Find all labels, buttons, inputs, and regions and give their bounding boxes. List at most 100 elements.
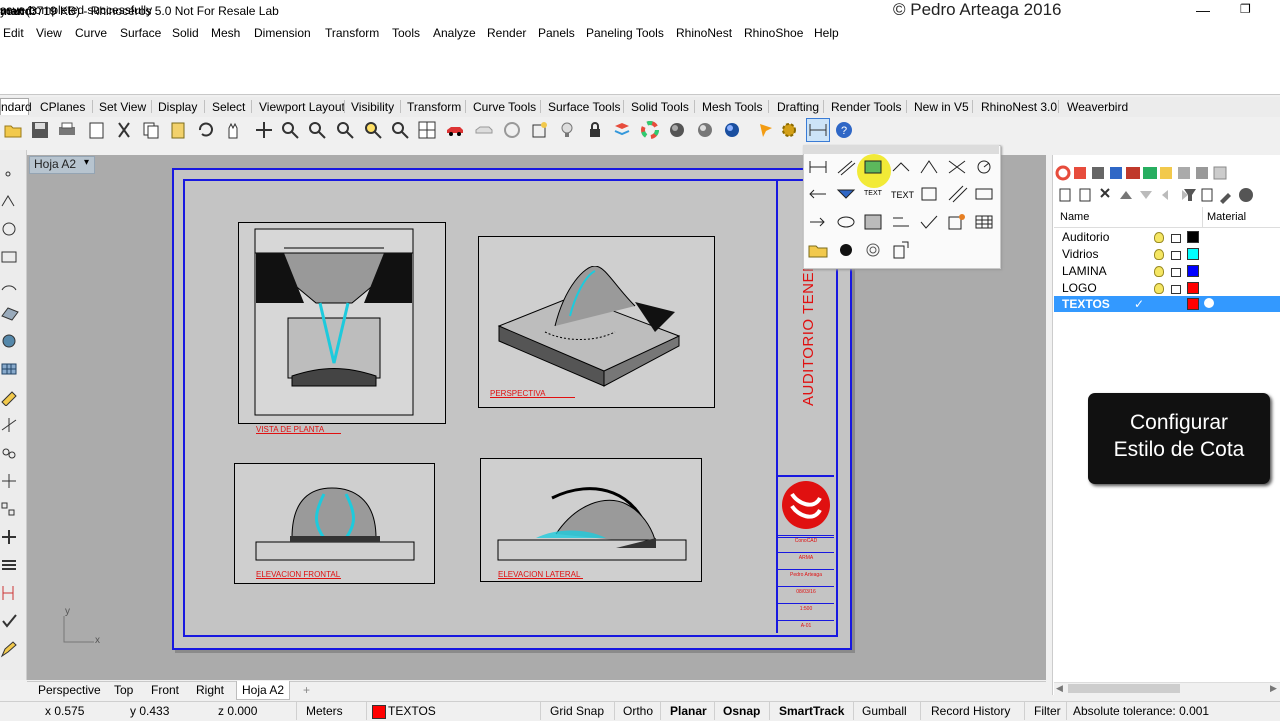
layer-row[interactable]: LOGO: [1054, 280, 1280, 296]
command-line[interactable]: [0, 72, 1280, 95]
add-viewport-tab-button[interactable]: +: [303, 683, 310, 697]
toggle-planar[interactable]: Planar: [670, 704, 707, 718]
toggle-gumball[interactable]: Gumball: [862, 704, 907, 718]
toggle-filter[interactable]: Filter: [1034, 704, 1061, 718]
lock-icon[interactable]: [585, 120, 605, 140]
print-icon[interactable]: [57, 120, 77, 140]
scroll-left-icon[interactable]: ◀: [1056, 683, 1063, 694]
explode-icon[interactable]: [0, 472, 20, 490]
make-2d-icon[interactable]: [890, 212, 912, 232]
box-edit-icon[interactable]: [946, 212, 968, 232]
array-icon[interactable]: [0, 500, 20, 518]
layer-color-swatch[interactable]: [1187, 248, 1199, 260]
car-outline-icon[interactable]: [474, 120, 494, 140]
linear-dimension-icon[interactable]: [807, 157, 829, 177]
help-icon[interactable]: ?: [834, 120, 854, 140]
tab-weaverbird[interactable]: Weaverbird: [1067, 100, 1128, 114]
material-sphere-icon[interactable]: [1204, 298, 1214, 308]
paste-icon[interactable]: [168, 120, 188, 140]
undo-view-icon[interactable]: [390, 120, 410, 140]
tab-new-in-v5[interactable]: New in V5: [914, 100, 969, 114]
cut-icon[interactable]: [114, 120, 134, 140]
toggle-osnap[interactable]: Osnap: [723, 704, 760, 718]
rotate-view-icon[interactable]: [254, 120, 274, 140]
layer-stack-icon[interactable]: [0, 556, 20, 574]
tab-display[interactable]: Display: [158, 100, 197, 114]
menu-curve[interactable]: Curve: [75, 26, 107, 40]
status-current-layer[interactable]: TEXTOS: [388, 704, 436, 718]
toggle-smarttrack[interactable]: SmartTrack: [779, 704, 844, 718]
layer-color-swatch[interactable]: [1187, 265, 1199, 277]
menu-solid[interactable]: Solid: [172, 26, 199, 40]
layer-toolbar[interactable]: [1054, 185, 1280, 205]
unlock-icon[interactable]: [1171, 234, 1181, 243]
tab-surface-tools[interactable]: Surface Tools: [548, 100, 621, 114]
layer-color-swatch[interactable]: [1187, 282, 1199, 294]
visibility-bulb-icon[interactable]: [1154, 266, 1164, 277]
tab-perspective[interactable]: Perspective: [38, 683, 101, 697]
mesh-icon[interactable]: [0, 360, 20, 378]
options-gear-icon[interactable]: [779, 120, 799, 140]
toggle-grid-snap[interactable]: Grid Snap: [550, 704, 604, 718]
save-icon[interactable]: [30, 120, 50, 140]
pencil-icon[interactable]: [0, 640, 20, 658]
tab-mesh-tools[interactable]: Mesh Tools: [702, 100, 762, 114]
menu-rhinonest[interactable]: RhinoNest: [676, 26, 732, 40]
menu-surface[interactable]: Surface: [120, 26, 161, 40]
layer-row[interactable]: Auditorio: [1054, 229, 1280, 245]
menu-rhinoshoe[interactable]: RhinoShoe: [744, 26, 803, 40]
zoom-icon[interactable]: [280, 120, 300, 140]
open-icon[interactable]: [3, 120, 23, 140]
menu-edit[interactable]: Edit: [3, 26, 24, 40]
hatch-icon[interactable]: [946, 184, 968, 204]
tab-visibility[interactable]: Visibility: [351, 100, 394, 114]
edit-icon[interactable]: [0, 388, 20, 406]
surface-icon[interactable]: [0, 304, 20, 322]
menu-help[interactable]: Help: [814, 26, 839, 40]
layer-row[interactable]: Vidrios: [1054, 246, 1280, 262]
dimension-toolbar-icon[interactable]: [806, 118, 830, 142]
pan-icon[interactable]: [223, 120, 243, 140]
scroll-right-icon[interactable]: ▶: [1270, 683, 1277, 694]
dot-annotation-icon[interactable]: [835, 212, 857, 232]
unlock-icon[interactable]: [1171, 268, 1181, 277]
spiral-icon[interactable]: [862, 240, 884, 260]
rotated-dimension-icon[interactable]: [890, 157, 912, 177]
rectangle-icon[interactable]: [0, 248, 20, 266]
radius-dimension-icon[interactable]: [973, 157, 995, 177]
text-tool-label-1[interactable]: TEXT: [864, 190, 882, 197]
rendered-sphere-icon[interactable]: [695, 120, 715, 140]
tab-transform[interactable]: Transform: [407, 100, 461, 114]
zoom-extents-icon[interactable]: [335, 120, 355, 140]
menu-mesh[interactable]: Mesh: [211, 26, 240, 40]
move-icon[interactable]: [0, 528, 20, 546]
unlock-icon[interactable]: [1171, 285, 1181, 294]
menu-analyze[interactable]: Analyze: [433, 26, 476, 40]
ordinate-dimension-icon[interactable]: [946, 157, 968, 177]
tab-viewport-layout[interactable]: Viewport Layout: [259, 100, 345, 114]
hatch-pattern-icon[interactable]: [862, 212, 884, 232]
properties-icon[interactable]: [756, 120, 776, 140]
arc-icon[interactable]: [0, 276, 20, 294]
tab-standard[interactable]: ndard: [0, 98, 32, 115]
color-wheel-icon[interactable]: [640, 120, 660, 140]
status-units[interactable]: Meters: [306, 704, 343, 718]
leader-icon[interactable]: [835, 184, 857, 204]
current-layer-check-icon[interactable]: ✓: [1134, 297, 1144, 311]
dimension-icon[interactable]: [0, 584, 20, 602]
zoom-selected-icon[interactable]: [363, 120, 383, 140]
text-block-icon[interactable]: [918, 184, 940, 204]
layer-row[interactable]: LAMINA: [1054, 263, 1280, 279]
tab-select[interactable]: Select: [212, 100, 245, 114]
render-sphere-icon[interactable]: [722, 120, 742, 140]
clipping-plane-icon[interactable]: [890, 240, 912, 260]
panel-tab-icons[interactable]: [1054, 163, 1280, 183]
menu-dimension[interactable]: Dimension: [254, 26, 311, 40]
tab-right[interactable]: Right: [196, 683, 224, 697]
viewport-menu-arrow[interactable]: ▾: [84, 157, 89, 168]
black-dot-icon[interactable]: [835, 240, 857, 260]
tab-render-tools[interactable]: Render Tools: [831, 100, 902, 114]
menu-render[interactable]: Render: [487, 26, 526, 40]
open-folder-icon[interactable]: [807, 240, 829, 260]
panel-scrollbar-thumb[interactable]: [1068, 684, 1180, 693]
